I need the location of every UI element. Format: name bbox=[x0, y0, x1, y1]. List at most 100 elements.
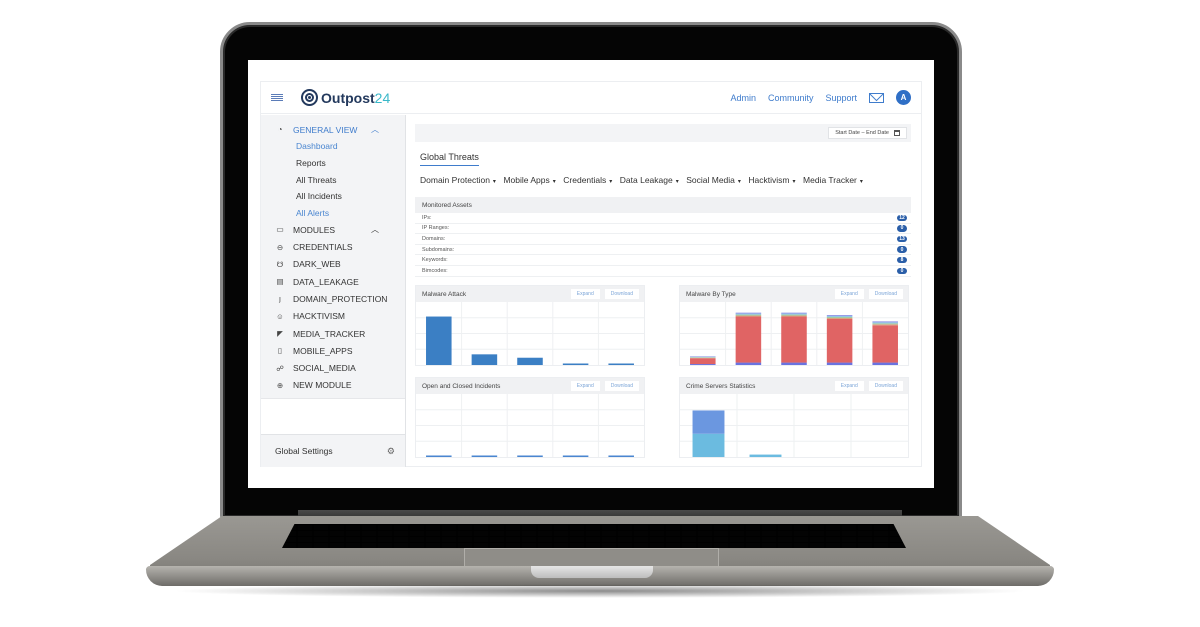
sidebar-general-view[interactable]: ◔ GENERAL VIEW ︿ bbox=[261, 121, 405, 138]
bar-segment-s3[interactable] bbox=[826, 317, 853, 319]
bar-segment-base[interactable] bbox=[872, 362, 898, 365]
bar-segment-s3[interactable] bbox=[781, 315, 807, 317]
bar[interactable] bbox=[426, 455, 452, 458]
sidebar-module-new-module[interactable]: ⊕ NEW MODULE bbox=[261, 377, 405, 394]
bar-segment-lower[interactable] bbox=[749, 454, 782, 457]
sidebar-module-data-leakage[interactable]: ▤ DATA_LEAKAGE bbox=[261, 273, 405, 290]
asset-count-badge[interactable]: 13 bbox=[897, 235, 907, 243]
bar-segment-s3[interactable] bbox=[735, 315, 762, 317]
logo[interactable]: Outpost 24 bbox=[301, 89, 390, 106]
category-dropdown-social-media[interactable]: Social Media ▾ bbox=[686, 175, 741, 185]
tab-global-threats[interactable]: Global Threats bbox=[420, 152, 479, 166]
category-dropdown-data-leakage[interactable]: Data Leakage ▾ bbox=[620, 175, 679, 185]
bar-segment-base[interactable] bbox=[690, 364, 716, 365]
avatar[interactable]: A bbox=[896, 90, 911, 105]
global-settings[interactable]: Global Settings ⚙ bbox=[261, 434, 405, 467]
expand-button[interactable]: Expand bbox=[569, 380, 601, 392]
mail-icon[interactable] bbox=[869, 92, 884, 103]
category-dropdown-domain-protection[interactable]: Domain Protection ▾ bbox=[420, 175, 496, 185]
bar[interactable] bbox=[562, 363, 589, 366]
bar-segment-s6[interactable] bbox=[735, 312, 762, 314]
category-dropdown-credentials[interactable]: Credentials ▾ bbox=[563, 175, 612, 185]
calendar-icon bbox=[894, 130, 900, 136]
bar[interactable] bbox=[517, 357, 543, 365]
bar[interactable] bbox=[608, 455, 634, 458]
bar-segment-s5[interactable] bbox=[826, 316, 853, 318]
sidebar-module-social-media[interactable]: ☍ SOCIAL_MEDIA bbox=[261, 360, 405, 377]
bar-segment-s5[interactable] bbox=[735, 313, 762, 315]
sidebar-module-dark-web[interactable]: ☋ DARK_WEB bbox=[261, 256, 405, 273]
caret-down-icon: ▾ bbox=[609, 179, 613, 185]
bar-segment-upper[interactable] bbox=[692, 410, 725, 434]
chevron-up-icon[interactable]: ︿ bbox=[371, 124, 379, 135]
outpost24-app: Outpost 24 Admin Community Support A ◔ GE… bbox=[260, 81, 922, 467]
bar[interactable] bbox=[562, 455, 589, 458]
category-label: Mobile Apps bbox=[503, 175, 550, 185]
bar[interactable] bbox=[471, 455, 498, 458]
sidebar-module-media-tracker[interactable]: ◤ MEDIA_TRACKER bbox=[261, 325, 405, 342]
sidebar-item-all-threats[interactable]: All Threats bbox=[261, 171, 405, 188]
chevron-up-icon[interactable]: ︿ bbox=[371, 224, 379, 235]
expand-button[interactable]: Expand bbox=[833, 380, 865, 392]
expand-button[interactable]: Expand bbox=[569, 288, 601, 300]
bar[interactable] bbox=[471, 354, 498, 365]
expand-button[interactable]: Expand bbox=[833, 288, 865, 300]
asset-count-badge[interactable]: 0 bbox=[897, 246, 907, 253]
asset-count-badge[interactable]: 0 bbox=[897, 225, 907, 232]
bar-segment-main[interactable] bbox=[690, 358, 716, 365]
download-button[interactable]: Download bbox=[867, 380, 904, 392]
bar-segment-s5[interactable] bbox=[781, 313, 807, 315]
sidebar-module-mobile-apps[interactable]: ▯ MOBILE_APPS bbox=[261, 342, 405, 359]
bar[interactable] bbox=[426, 316, 452, 365]
sidebar-item-all-incidents[interactable]: All Incidents bbox=[261, 188, 405, 205]
bar-segment-lower[interactable] bbox=[692, 433, 725, 457]
sidebar-module-credentials[interactable]: ⊖ CREDENTIALS bbox=[261, 238, 405, 255]
sidebar-spacer bbox=[261, 398, 405, 434]
nav-admin-link[interactable]: Admin bbox=[730, 93, 756, 103]
nav-support-link[interactable]: Support bbox=[825, 93, 857, 103]
laptop-keyboard bbox=[282, 524, 906, 548]
category-dropdown-mobile-apps[interactable]: Mobile Apps ▾ bbox=[503, 175, 555, 185]
date-range-picker[interactable]: Start Date – End Date bbox=[828, 127, 907, 139]
sidebar-module-domain-protection[interactable]: ȷ DOMAIN_PROTECTION bbox=[261, 290, 405, 307]
bar-segment-s4[interactable] bbox=[781, 314, 807, 316]
bar-segment-s6[interactable] bbox=[826, 315, 853, 317]
bar-segment-base[interactable] bbox=[735, 362, 762, 365]
download-button[interactable]: Download bbox=[603, 380, 640, 392]
download-button[interactable]: Download bbox=[867, 288, 904, 300]
hamburger-menu-icon[interactable] bbox=[271, 93, 283, 102]
category-dropdown-media-tracker[interactable]: Media Tracker ▾ bbox=[803, 175, 863, 185]
sidebar: ◔ GENERAL VIEW ︿ Dashboard Reports All T… bbox=[261, 115, 406, 467]
bar-segment-main[interactable] bbox=[781, 316, 807, 363]
asset-row: Subdomains: 0 bbox=[415, 245, 911, 256]
bar-segment-s4[interactable] bbox=[826, 317, 853, 318]
bar-segment-s6[interactable] bbox=[781, 312, 807, 314]
bar-segment-main[interactable] bbox=[735, 316, 762, 363]
bar-segment-s3[interactable] bbox=[872, 324, 898, 326]
bar-segment-base[interactable] bbox=[826, 362, 853, 365]
sidebar-item-dashboard[interactable]: Dashboard bbox=[261, 138, 405, 155]
asset-count-badge[interactable]: 12 bbox=[897, 214, 907, 222]
bar-segment-main[interactable] bbox=[826, 318, 853, 363]
sidebar-item-reports[interactable]: Reports bbox=[261, 155, 405, 172]
chart-panel-header: Crime Servers Statistics Expand Download bbox=[680, 378, 908, 394]
sidebar-modules[interactable]: ▭ MODULES ︿ bbox=[261, 221, 405, 238]
asset-count-badge[interactable]: 8 bbox=[897, 256, 907, 264]
bar-segment-s6[interactable] bbox=[872, 321, 898, 323]
bar[interactable] bbox=[517, 455, 543, 458]
nav-community-link[interactable]: Community bbox=[768, 93, 814, 103]
category-dropdown-hacktivism[interactable]: Hacktivism ▾ bbox=[748, 175, 795, 185]
chart-title: Crime Servers Statistics bbox=[686, 382, 756, 390]
bar-segment-s5[interactable] bbox=[872, 322, 898, 324]
bar-segment-base[interactable] bbox=[781, 362, 807, 365]
bar-segment-main[interactable] bbox=[872, 325, 898, 363]
bar-segment-s4[interactable] bbox=[735, 314, 762, 316]
sidebar-item-all-alerts[interactable]: All Alerts bbox=[261, 205, 405, 222]
bar[interactable] bbox=[608, 363, 634, 366]
gear-icon[interactable]: ⚙ bbox=[387, 446, 395, 457]
bar-segment-s4[interactable] bbox=[872, 323, 898, 325]
asset-count-badge[interactable]: 0 bbox=[897, 267, 907, 275]
sidebar-module-label: DARK_WEB bbox=[293, 259, 341, 270]
sidebar-module-hacktivism[interactable]: ☺ HACKTIVISM bbox=[261, 308, 405, 325]
download-button[interactable]: Download bbox=[603, 288, 640, 300]
